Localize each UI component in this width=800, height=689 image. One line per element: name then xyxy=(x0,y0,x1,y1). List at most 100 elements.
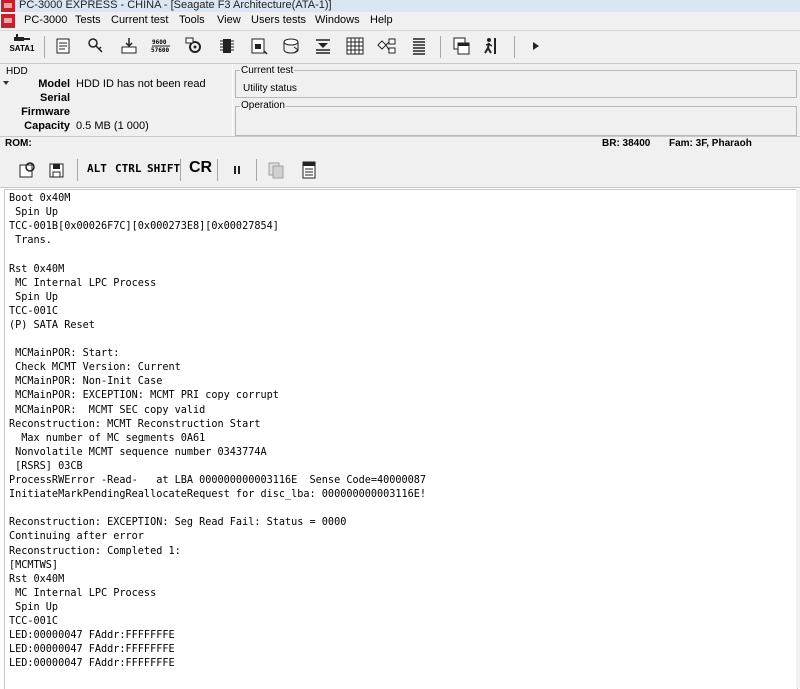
log-right-border xyxy=(796,189,800,688)
sata-plug-icon xyxy=(14,34,30,41)
toolbar-separator xyxy=(256,159,257,181)
toolbar-separator xyxy=(514,36,515,58)
log-line: MC Internal LPC Process xyxy=(9,277,157,289)
capacity-value: 0.5 MB (1 000) xyxy=(76,120,149,132)
rom-status-row: ROM: BR: 38400 Fam: 3F, Pharaoh xyxy=(0,136,800,154)
menu-users-tests[interactable]: Users tests xyxy=(251,14,306,26)
toolbar-separator xyxy=(217,159,218,181)
rom-label: ROM: xyxy=(5,138,32,149)
window-title: PC-3000 EXPRESS - CHINA - [Seagate F3 Ar… xyxy=(19,0,332,11)
settings-gear-icon[interactable] xyxy=(183,35,205,57)
pause-icon[interactable] xyxy=(226,159,248,181)
clear-log-icon[interactable] xyxy=(298,159,320,181)
stack-icon[interactable] xyxy=(312,35,334,57)
log-line: Nonvolatile MCMT sequence number 0343774… xyxy=(9,446,267,458)
log-line: [MCMTWS] xyxy=(9,559,59,571)
log-line: LED:00000047 FAddr:FFFFFFFE xyxy=(9,630,175,642)
download-icon[interactable] xyxy=(118,35,140,57)
menu-bar: PC-3000 Tests Current test Tools View Us… xyxy=(0,12,800,31)
svg-text:57600: 57600 xyxy=(151,47,169,54)
log-line: TCC-001C xyxy=(9,305,59,317)
menu-tests[interactable]: Tests xyxy=(75,14,101,26)
log-line: MCMainPOR: EXCEPTION: MCMT PRI copy corr… xyxy=(9,390,279,402)
log-line: (P) SATA Reset xyxy=(9,319,95,331)
log-line: Spin Up xyxy=(9,207,59,219)
hdd-group-title: HDD xyxy=(6,66,28,77)
toolbar-separator xyxy=(44,36,45,58)
log-line: Reconstruction: Completed 1: xyxy=(9,545,181,557)
log-line: Reconstruction: EXCEPTION: Seg Read Fail… xyxy=(9,517,347,529)
current-test-title: Current test xyxy=(240,65,295,76)
hdd-panel: HDD Model HDD ID has not been read Seria… xyxy=(0,64,232,138)
cylinder-icon[interactable] xyxy=(280,35,302,57)
hdd-info-icon[interactable] xyxy=(248,35,270,57)
serial-label: Serial xyxy=(40,92,70,104)
toolbar-separator xyxy=(77,159,78,181)
capacity-label: Capacity xyxy=(24,120,70,132)
terminal-settings-icon[interactable] xyxy=(16,159,38,181)
log-line: Trans. xyxy=(9,235,52,247)
windows-cascade-icon[interactable] xyxy=(450,35,472,57)
key-icon[interactable] xyxy=(85,35,107,57)
flowchart-icon[interactable] xyxy=(376,35,398,57)
ctrl-button[interactable]: CTRL xyxy=(115,162,142,175)
log-line: Boot 0x40M xyxy=(9,193,71,204)
log-line: MCMainPOR: Non-Init Case xyxy=(9,376,163,388)
menu-windows[interactable]: Windows xyxy=(315,14,360,26)
exit-runner-icon[interactable] xyxy=(481,35,503,57)
log-line: Check MCMT Version: Current xyxy=(9,362,181,374)
utility-status: Utility status xyxy=(243,83,297,94)
current-test-panel: Current test Utility status Operation xyxy=(233,64,800,138)
cr-button[interactable]: CR xyxy=(189,159,212,177)
collapse-arrow-icon[interactable] xyxy=(3,81,9,85)
log-line: LED:00000047 FAddr:FFFFFFFE xyxy=(9,644,175,656)
terminal-save-icon[interactable] xyxy=(46,159,68,181)
scroll-icon[interactable] xyxy=(52,35,74,57)
log-line: Max number of MC segments 0A61 xyxy=(9,432,206,444)
log-line: LED:00000047 FAddr:FFFFFFFE xyxy=(9,658,175,670)
shift-button[interactable]: SHIFT xyxy=(147,162,180,175)
log-line: MC Internal LPC Process xyxy=(9,587,157,599)
firmware-label: Firmware xyxy=(21,106,70,118)
copy-icon[interactable] xyxy=(265,159,287,181)
toolbar-separator xyxy=(180,159,181,181)
terminal-toolbar: ALT CTRL SHIFT CR xyxy=(0,153,800,188)
toolbar-separator xyxy=(440,36,441,58)
play-icon[interactable] xyxy=(525,35,547,57)
model-label: Model xyxy=(38,78,70,90)
chip-icon[interactable] xyxy=(216,35,238,57)
baud-rate-value: BR: 38400 xyxy=(602,138,651,149)
window-title-bar: PC-3000 EXPRESS - CHINA - [Seagate F3 Ar… xyxy=(0,0,800,12)
log-line: Reconstruction: MCMT Reconstruction Star… xyxy=(9,418,261,430)
alt-button[interactable]: ALT xyxy=(87,162,107,175)
main-toolbar: SATA1 9600 57600 xyxy=(0,31,800,64)
log-line: Rst 0x40M xyxy=(9,263,65,275)
log-line: MCMainPOR: MCMT SEC copy valid xyxy=(9,404,206,416)
app-menu-icon[interactable] xyxy=(1,14,15,28)
menu-current-test[interactable]: Current test xyxy=(111,14,168,26)
current-test-group xyxy=(235,70,797,98)
menu-view[interactable]: View xyxy=(217,14,241,26)
model-value: HDD ID has not been read xyxy=(76,78,206,90)
sata-label: SATA1 xyxy=(9,44,35,53)
log-line: ProcessRWError -Read- at LBA 00000000000… xyxy=(9,475,427,486)
log-line: Spin Up xyxy=(9,291,59,303)
log-line: Continuing after error xyxy=(9,531,144,543)
baud-rate-icon[interactable]: 9600 57600 xyxy=(150,35,172,57)
log-line: Spin Up xyxy=(9,601,59,613)
log-line: Rst 0x40M xyxy=(9,573,65,585)
table-grid-icon[interactable] xyxy=(344,35,366,57)
log-line: InitiateMarkPendingReallocateRequest for… xyxy=(9,489,427,501)
log-line: MCMainPOR: Start: xyxy=(9,348,120,360)
menu-tools[interactable]: Tools xyxy=(179,14,205,26)
family-value: Fam: 3F, Pharaoh xyxy=(669,138,752,149)
menu-pc3000[interactable]: PC-3000 xyxy=(24,14,67,26)
svg-text:9600: 9600 xyxy=(152,39,167,46)
sata-port-button[interactable]: SATA1 xyxy=(6,34,38,60)
menu-help[interactable]: Help xyxy=(370,14,393,26)
log-line: [RSRS] 03CB xyxy=(9,460,83,472)
operation-title: Operation xyxy=(240,100,286,111)
terminal-log[interactable]: Boot 0x40M Spin Up TCC-001B[0x00026F7C][0… xyxy=(4,189,798,689)
log-line: TCC-001C xyxy=(9,616,59,627)
list-icon[interactable] xyxy=(408,35,430,57)
